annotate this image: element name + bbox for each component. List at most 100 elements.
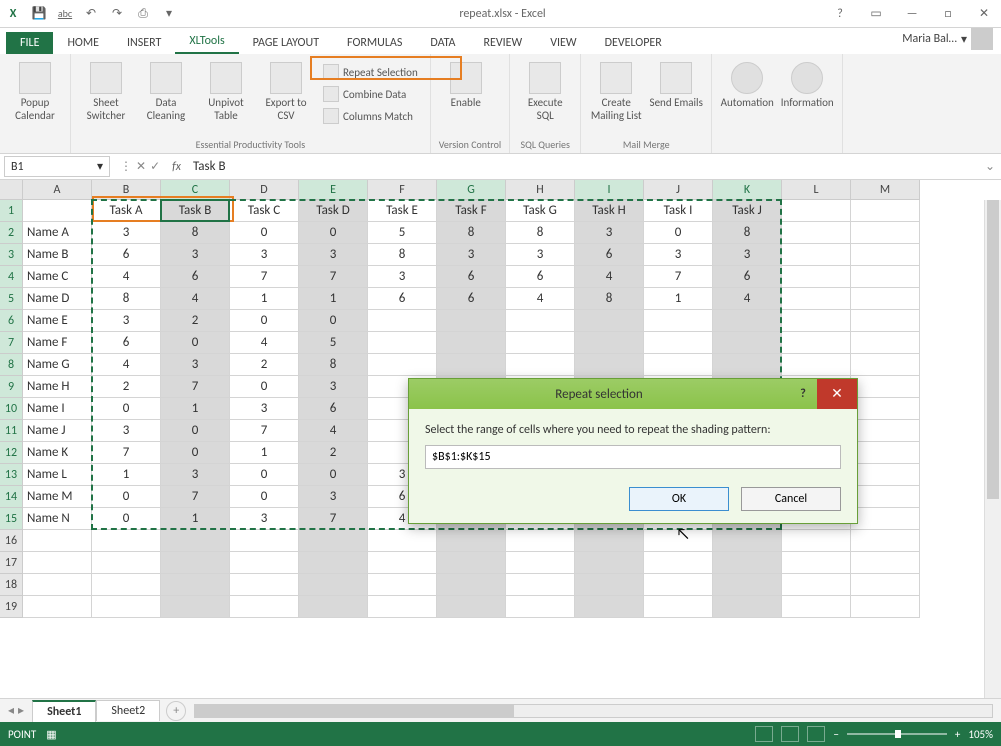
- cell[interactable]: [368, 552, 437, 574]
- cell[interactable]: 2: [299, 442, 368, 464]
- add-sheet-button[interactable]: +: [166, 701, 186, 721]
- cell[interactable]: [230, 574, 299, 596]
- zoom-out-icon[interactable]: −: [833, 728, 838, 741]
- cell[interactable]: 3: [161, 464, 230, 486]
- cell[interactable]: [437, 574, 506, 596]
- cell[interactable]: 8: [299, 354, 368, 376]
- expand-formula-icon[interactable]: ⌄: [979, 159, 1001, 174]
- cell[interactable]: [782, 354, 851, 376]
- cell[interactable]: Task D: [299, 200, 368, 222]
- cell[interactable]: [782, 244, 851, 266]
- cell[interactable]: 4: [506, 288, 575, 310]
- cell[interactable]: Name I: [23, 398, 92, 420]
- cell[interactable]: [437, 596, 506, 618]
- cell[interactable]: Name G: [23, 354, 92, 376]
- row-header-17[interactable]: 17: [0, 552, 23, 574]
- cell[interactable]: 6: [506, 266, 575, 288]
- column-header-D[interactable]: D: [230, 180, 299, 200]
- cell[interactable]: 1: [161, 398, 230, 420]
- cell[interactable]: Name J: [23, 420, 92, 442]
- tab-formulas[interactable]: FORMULAS: [333, 32, 416, 54]
- cell[interactable]: 7: [230, 420, 299, 442]
- row-header-14[interactable]: 14: [0, 486, 23, 508]
- cell[interactable]: 3: [368, 266, 437, 288]
- cell[interactable]: 6: [161, 266, 230, 288]
- cell[interactable]: Name B: [23, 244, 92, 266]
- column-header-H[interactable]: H: [506, 180, 575, 200]
- data-cleaning-button[interactable]: Data Cleaning: [139, 58, 193, 122]
- cell[interactable]: [23, 530, 92, 552]
- row-header-7[interactable]: 7: [0, 332, 23, 354]
- cell[interactable]: 4: [92, 354, 161, 376]
- cancel-formula-icon[interactable]: ✕: [136, 159, 146, 174]
- cell[interactable]: [782, 596, 851, 618]
- cell[interactable]: 8: [575, 288, 644, 310]
- cell[interactable]: [851, 398, 920, 420]
- cell[interactable]: 8: [506, 222, 575, 244]
- sheet-tab-2[interactable]: Sheet2: [96, 700, 160, 721]
- column-header-F[interactable]: F: [368, 180, 437, 200]
- cell[interactable]: [851, 464, 920, 486]
- cell[interactable]: 0: [230, 486, 299, 508]
- tab-review[interactable]: REVIEW: [469, 32, 536, 54]
- cell[interactable]: [575, 596, 644, 618]
- cell[interactable]: [713, 596, 782, 618]
- sheet-next-icon[interactable]: ▸: [18, 703, 24, 718]
- cell[interactable]: [299, 574, 368, 596]
- cell[interactable]: [851, 376, 920, 398]
- cell[interactable]: [161, 574, 230, 596]
- cell[interactable]: 8: [437, 222, 506, 244]
- cell[interactable]: [644, 310, 713, 332]
- cell[interactable]: 3: [92, 310, 161, 332]
- cell[interactable]: [506, 530, 575, 552]
- cell[interactable]: 2: [92, 376, 161, 398]
- cell[interactable]: [23, 596, 92, 618]
- cell[interactable]: 3: [713, 244, 782, 266]
- row-header-16[interactable]: 16: [0, 530, 23, 552]
- column-header-G[interactable]: G: [437, 180, 506, 200]
- cell[interactable]: 0: [161, 332, 230, 354]
- cell[interactable]: [644, 552, 713, 574]
- cell[interactable]: [575, 530, 644, 552]
- cell[interactable]: 7: [230, 266, 299, 288]
- cell[interactable]: 8: [713, 222, 782, 244]
- row-header-18[interactable]: 18: [0, 574, 23, 596]
- cell[interactable]: 0: [230, 310, 299, 332]
- fx-icon[interactable]: fx: [166, 160, 187, 174]
- cell[interactable]: 1: [230, 442, 299, 464]
- cell[interactable]: 0: [92, 486, 161, 508]
- cell[interactable]: 4: [92, 266, 161, 288]
- cell[interactable]: Task E: [368, 200, 437, 222]
- tab-page-layout[interactable]: PAGE LAYOUT: [239, 32, 333, 54]
- ribbon-display-icon[interactable]: ▭: [863, 6, 889, 21]
- column-header-I[interactable]: I: [575, 180, 644, 200]
- cell[interactable]: 0: [299, 464, 368, 486]
- cell[interactable]: [161, 530, 230, 552]
- combine-data-button[interactable]: Combine Data: [319, 84, 422, 104]
- column-header-A[interactable]: A: [23, 180, 92, 200]
- column-header-E[interactable]: E: [299, 180, 368, 200]
- cell[interactable]: 2: [230, 354, 299, 376]
- cell[interactable]: [713, 310, 782, 332]
- zoom-level[interactable]: 105%: [968, 728, 993, 741]
- repeat-selection-button[interactable]: Repeat Selection: [319, 62, 422, 82]
- cell[interactable]: [92, 596, 161, 618]
- cell[interactable]: [161, 552, 230, 574]
- save-icon[interactable]: 💾: [30, 5, 48, 23]
- cell[interactable]: Task G: [506, 200, 575, 222]
- cell[interactable]: 3: [506, 244, 575, 266]
- cell[interactable]: [437, 354, 506, 376]
- cell[interactable]: [851, 332, 920, 354]
- cell[interactable]: [368, 354, 437, 376]
- cell[interactable]: 0: [644, 222, 713, 244]
- cell[interactable]: Name D: [23, 288, 92, 310]
- zoom-slider[interactable]: [847, 733, 947, 735]
- cell[interactable]: [851, 244, 920, 266]
- enable-button[interactable]: Enable: [439, 58, 493, 109]
- cell[interactable]: 3: [299, 376, 368, 398]
- information-button[interactable]: Information: [780, 58, 834, 109]
- cell[interactable]: 1: [92, 464, 161, 486]
- row-header-2[interactable]: 2: [0, 222, 23, 244]
- macro-record-icon[interactable]: ▦: [46, 728, 56, 741]
- column-header-M[interactable]: M: [851, 180, 920, 200]
